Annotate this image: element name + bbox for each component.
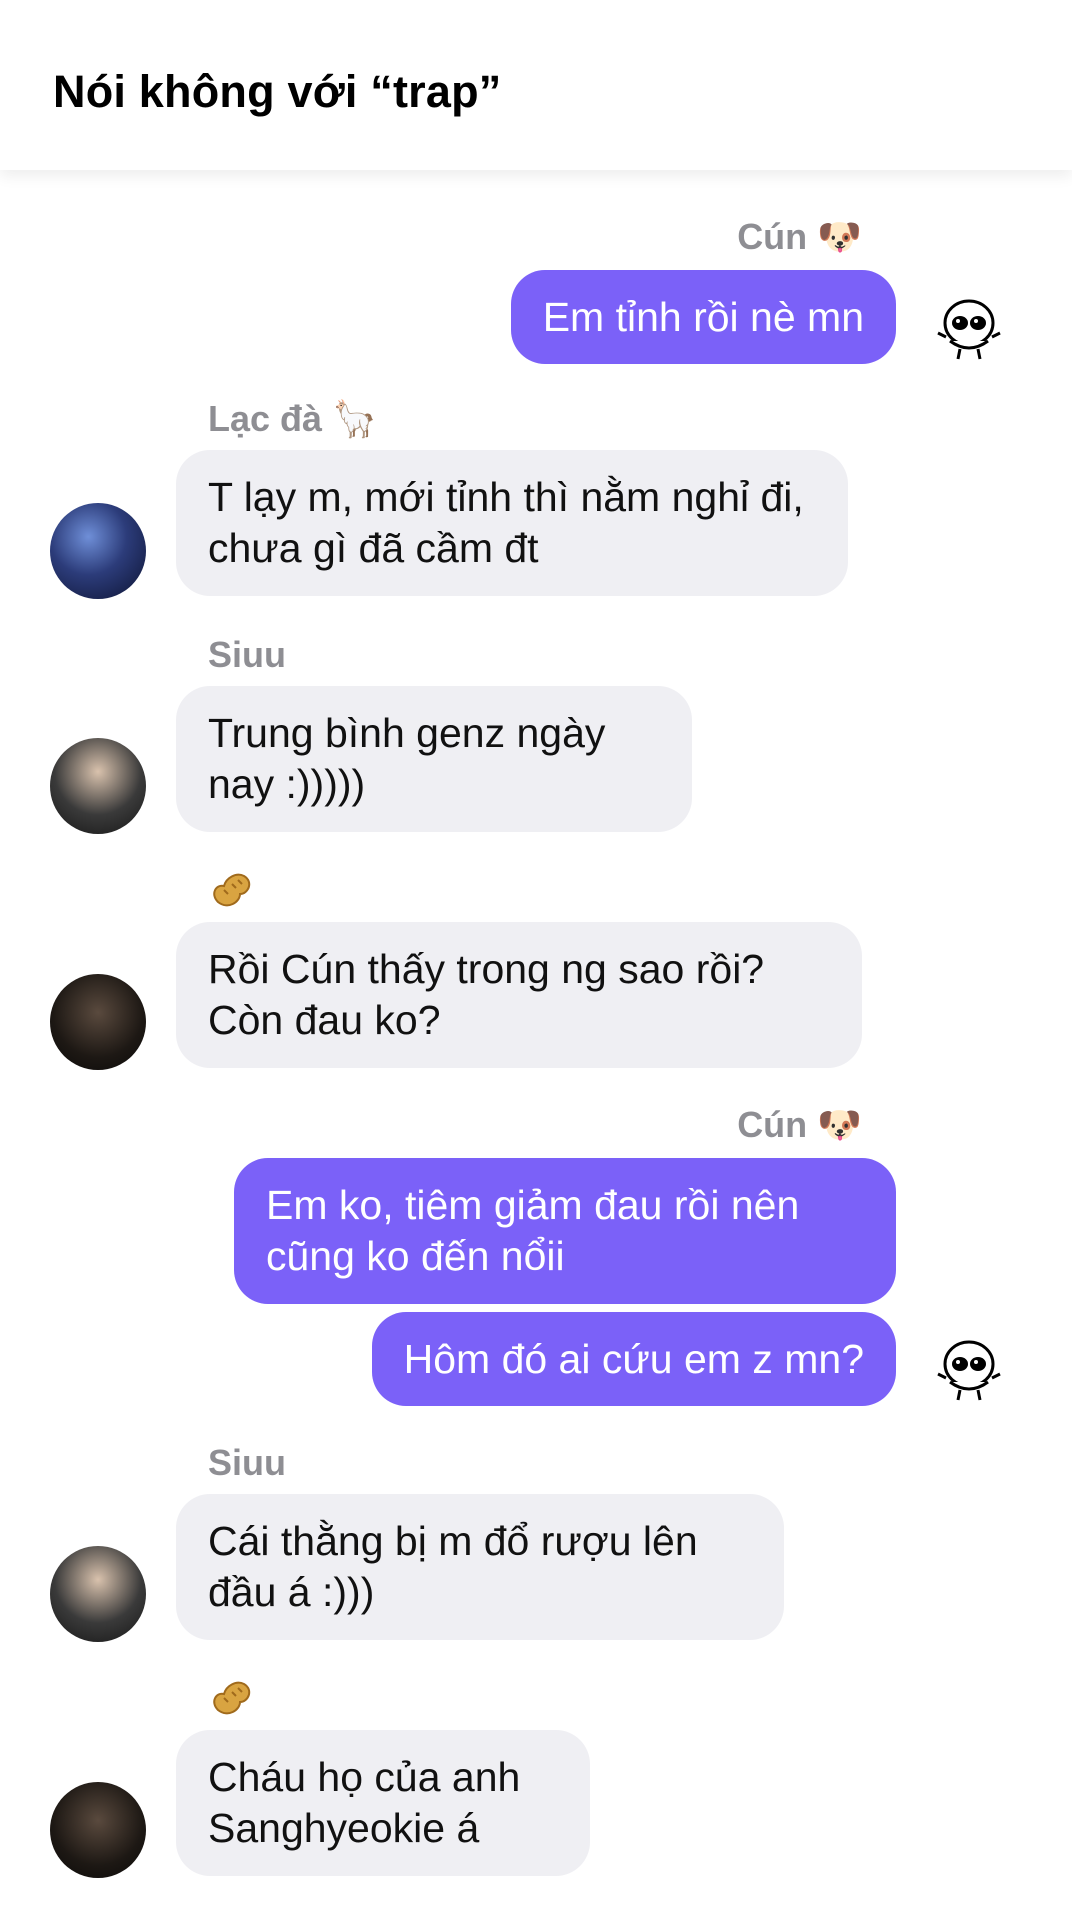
avatar[interactable] (50, 1546, 146, 1642)
ghost-sticker-icon[interactable] (934, 1334, 1004, 1404)
message-bubble-outgoing[interactable]: Em ko, tiêm giảm đau rồi nên cũng ko đến… (234, 1158, 896, 1304)
message-bubble-incoming[interactable]: Cái thằng bị m đổ rượu lên đầu á :))) (176, 1494, 784, 1640)
peanut-emoji-icon (213, 1681, 251, 1715)
message-bubble-outgoing[interactable]: Hôm đó ai cứu em z mn? (371, 1312, 896, 1406)
avatar[interactable] (50, 503, 146, 599)
sender-name-label: Cún (737, 1104, 808, 1145)
sender-name-siuu: Siuu (208, 1442, 286, 1484)
message-text: Cháu họ của anh Sanghyeokie á (208, 1754, 521, 1851)
avatar[interactable] (50, 1782, 146, 1878)
llama-emoji-icon: 🦙 (332, 398, 377, 439)
peanut-emoji-icon (213, 873, 251, 907)
sender-name-siuu: Siuu (208, 634, 286, 676)
message-text: Cái thằng bị m đổ rượu lên đầu á :))) (208, 1518, 698, 1615)
message-text: Rồi Cún thấy trong ng sao rồi? Còn đau k… (208, 946, 765, 1043)
message-bubble-incoming[interactable]: T lạy m, mới tỉnh thì nằm nghỉ đi, chưa … (176, 450, 848, 596)
message-text: T lạy m, mới tỉnh thì nằm nghỉ đi, chưa … (208, 474, 804, 571)
message-bubble-incoming[interactable]: Cháu họ của anh Sanghyeokie á (176, 1730, 590, 1876)
message-bubble-outgoing[interactable]: Em tỉnh rồi nè mn (510, 270, 896, 364)
ghost-sticker-icon[interactable] (934, 293, 1004, 363)
sender-name-cun: Cún 🐶 (737, 1104, 862, 1146)
chat-header: Nói không với “trap” (0, 0, 1072, 170)
sender-name-label: Cún (737, 216, 808, 257)
sender-name-label: Siuu (208, 1442, 286, 1483)
avatar[interactable] (50, 974, 146, 1070)
dog-emoji-icon: 🐶 (817, 216, 862, 257)
dog-emoji-icon: 🐶 (817, 1104, 862, 1145)
message-text: Em ko, tiêm giảm đau rồi nên cũng ko đến… (266, 1182, 800, 1279)
sender-name-label: Siuu (208, 634, 286, 675)
avatar[interactable] (50, 738, 146, 834)
chat-title[interactable]: Nói không với “trap” (53, 66, 502, 118)
message-text: Hôm đó ai cứu em z mn? (403, 1336, 864, 1382)
sender-name-cun: Cún 🐶 (737, 216, 862, 258)
message-bubble-incoming[interactable]: Rồi Cún thấy trong ng sao rồi? Còn đau k… (176, 922, 862, 1068)
sender-name-lac-da: Lạc đà 🦙 (208, 398, 377, 440)
message-text: Trung bình genz ngày nay :))))) (208, 710, 606, 807)
message-bubble-incoming[interactable]: Trung bình genz ngày nay :))))) (176, 686, 692, 832)
message-text: Em tỉnh rồi nè mn (542, 294, 864, 340)
sender-name-label: Lạc đà (208, 398, 323, 439)
